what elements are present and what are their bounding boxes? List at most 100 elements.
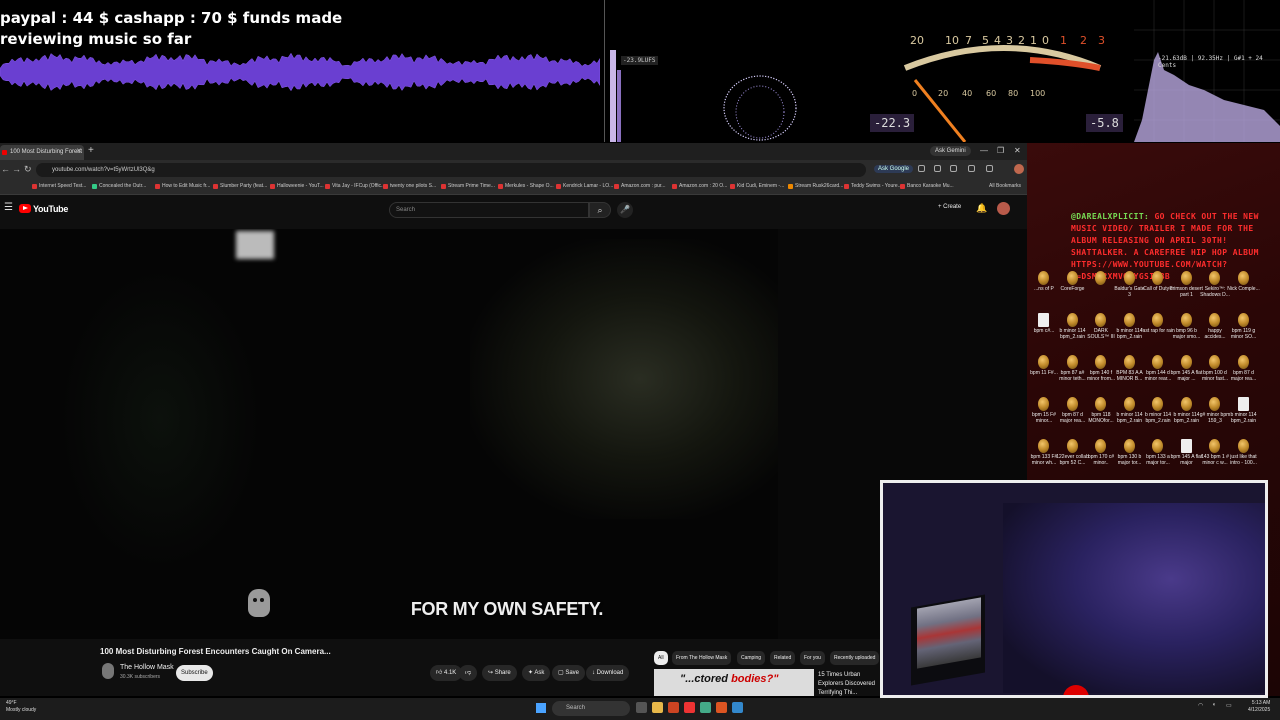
desktop-icon[interactable]: Nick Comple...: [1227, 271, 1260, 311]
desktop-icon[interactable]: bpm 119 g minor SO...: [1229, 313, 1259, 353]
microphone-icon[interactable]: 🎤: [617, 202, 633, 218]
app-icon-3[interactable]: [732, 702, 743, 713]
youtube-logo-icon[interactable]: [19, 204, 31, 213]
bookmark-item[interactable]: Teddy Swims - Youre...: [844, 183, 902, 189]
ask-google-button[interactable]: Ask Google: [874, 165, 914, 173]
chrome-icon[interactable]: [700, 702, 711, 713]
desktop-icon[interactable]: b minor 114 bpm_2.rain: [1115, 313, 1145, 353]
channel-avatar[interactable]: [102, 663, 114, 679]
bookmark-item[interactable]: Vita Jay - IFCup (Offic...: [325, 183, 385, 189]
new-tab-icon[interactable]: +: [88, 145, 94, 156]
desktop-icon[interactable]: bmp 96 b major smo...: [1172, 313, 1202, 353]
channel-name[interactable]: The Hollow Mask: [120, 664, 174, 671]
desktop-icon[interactable]: bpm 145 A flat major ...: [1171, 355, 1202, 395]
like-button[interactable]: 👍︎ 4.1K: [430, 665, 463, 681]
desktop-icon[interactable]: happy accides...: [1200, 313, 1230, 353]
bookmark-item[interactable]: Internet Speed Test...: [32, 183, 86, 189]
desktop-icon[interactable]: Baldur's Gate 3: [1114, 271, 1145, 311]
network-icon[interactable]: ◠: [1198, 702, 1203, 709]
dislike-button[interactable]: 👎︎: [459, 665, 478, 681]
desktop-icon[interactable]: bpm 144 d minor rear...: [1143, 355, 1173, 395]
filter-chip[interactable]: All: [654, 651, 668, 665]
desktop-icon[interactable]: fast rap for rain: [1141, 313, 1175, 353]
app-icon-2[interactable]: [716, 702, 727, 713]
ask-button[interactable]: ✦ Ask: [522, 665, 551, 681]
back-icon[interactable]: ←: [1, 164, 10, 174]
extensions-icon[interactable]: [968, 165, 975, 172]
desktop-icon[interactable]: bpm 11 F#...: [1029, 355, 1059, 395]
desktop-icon[interactable]: DARK SOULS™ III: [1086, 313, 1116, 353]
weather-widget[interactable]: 49°F Mostly cloudy: [6, 700, 36, 714]
desktop-icon[interactable]: CoreForge: [1058, 271, 1088, 311]
bookmark-item[interactable]: Slumber Party (feat...: [213, 183, 267, 189]
close-window-icon[interactable]: ✕: [1014, 146, 1021, 155]
desktop-icon[interactable]: bpm 170 c# minor..: [1086, 439, 1116, 479]
account-avatar[interactable]: [997, 202, 1010, 215]
minimize-icon[interactable]: —: [980, 146, 988, 155]
bookmark-item[interactable]: Banco Karaoke Mu...: [900, 183, 954, 189]
filter-chip[interactable]: Camping: [737, 651, 766, 665]
desktop-icon[interactable]: bpm 118 MONOfor...: [1086, 397, 1116, 437]
system-clock[interactable]: 5:13 AM 4/12/2025: [1248, 700, 1270, 714]
desktop-icon[interactable]: bpm 87 a# minor teth...: [1058, 355, 1088, 395]
share-button[interactable]: ↪ Share: [482, 665, 517, 681]
bookmark-item[interactable]: twenty one pilots S...: [383, 183, 436, 189]
desktop-icon[interactable]: crimson desert part 1: [1170, 271, 1203, 311]
bookmark-item[interactable]: Stream Prime Time...: [441, 183, 495, 189]
app-icon-1[interactable]: [668, 702, 679, 713]
youtube-app-icon[interactable]: [684, 702, 695, 713]
desktop-icon[interactable]: Sekiro™: Shadows D...: [1200, 271, 1230, 311]
profile-avatar-icon[interactable]: [1014, 164, 1024, 174]
forward-icon[interactable]: →: [12, 164, 21, 174]
desktop-icon[interactable]: b minor 114 bpm_2.rain: [1058, 313, 1088, 353]
bookmark-item[interactable]: Halloweenie - YouT...: [270, 183, 324, 189]
video-player[interactable]: FOR MY OWN SAFETY.: [0, 229, 1027, 639]
desktop-icon[interactable]: bpm c#...: [1029, 313, 1059, 353]
tab-close-icon[interactable]: ✕: [76, 147, 82, 155]
recommended-video-title[interactable]: 15 Times Urban Explorers Discovered Terr…: [818, 671, 880, 698]
desktop-icon[interactable]: bpm 133 F# minor wh...: [1029, 439, 1059, 479]
desktop-icon[interactable]: bpm 87 d major rea...: [1058, 397, 1088, 437]
subscribe-button[interactable]: Subscribe: [176, 665, 213, 681]
bookmark-item[interactable]: Kendrick Lamar - LO...: [556, 183, 613, 189]
task-view-icon[interactable]: [636, 702, 647, 713]
desktop-icon[interactable]: bpm 140 f minor from...: [1086, 355, 1116, 395]
bookmark-item[interactable]: Amazon.com : 20 O...: [672, 183, 727, 189]
all-bookmarks-button[interactable]: All Bookmarks: [989, 183, 1021, 189]
taskbar-search[interactable]: Search: [552, 701, 630, 716]
maximize-icon[interactable]: ❐: [997, 146, 1004, 155]
hamburger-menu-icon[interactable]: ☰: [4, 202, 13, 213]
bookmark-item[interactable]: How to Edit Music fr...: [155, 183, 210, 189]
share-icon[interactable]: [934, 165, 941, 172]
battery-icon[interactable]: ▭: [1226, 702, 1232, 709]
filter-chip[interactable]: Recently uploaded: [830, 651, 880, 665]
install-icon[interactable]: [918, 165, 925, 172]
desktop-icon[interactable]: BPM 83 A A MINOR B...: [1115, 355, 1145, 395]
desktop-icon[interactable]: [1086, 271, 1116, 311]
bookmark-star-icon[interactable]: [950, 165, 957, 172]
ask-gemini-button[interactable]: Ask Gemini: [930, 146, 971, 156]
sidebar-icon[interactable]: [986, 165, 993, 172]
desktop-icon[interactable]: b minor 114 bpm_2.rain: [1172, 397, 1202, 437]
volume-icon[interactable]: ◖: [1212, 702, 1216, 708]
desktop-icon[interactable]: ...ns of P: [1029, 271, 1059, 311]
download-button[interactable]: ↓ Download: [586, 665, 630, 681]
desktop-icon[interactable]: just like that intro - 100...: [1229, 439, 1259, 479]
desktop-icon[interactable]: bpm 130 b major tor...: [1115, 439, 1145, 479]
filter-chip[interactable]: For you: [800, 651, 825, 665]
save-button[interactable]: ▢ Save: [552, 665, 586, 681]
desktop-icon[interactable]: b minor 114 bpm_2.rain: [1229, 397, 1259, 437]
desktop-icon[interactable]: g# minor bpm 159_3: [1200, 397, 1230, 437]
url-field[interactable]: youtube.com/watch?v=t5yWrtzUl3Q&g: [36, 163, 866, 177]
search-icon[interactable]: ⌕: [589, 202, 611, 218]
bookmark-item[interactable]: Amazon.com : pur...: [614, 183, 665, 189]
bookmark-item[interactable]: Kid Cudi, Eminem -...: [730, 183, 784, 189]
recommended-video-thumbnail[interactable]: "...ctored bodies?": [654, 669, 814, 696]
reload-icon[interactable]: ↻: [24, 164, 32, 175]
notifications-bell-icon[interactable]: 🔔: [976, 203, 987, 214]
search-input[interactable]: Search: [389, 202, 589, 218]
desktop-icon[interactable]: 143 bpm 1 # minor c w...: [1200, 439, 1230, 479]
bookmark-item[interactable]: Merkules - Shape O...: [498, 183, 554, 189]
create-button[interactable]: + Create: [938, 204, 961, 210]
desktop-icon[interactable]: bpm 100 d minor fast...: [1200, 355, 1230, 395]
